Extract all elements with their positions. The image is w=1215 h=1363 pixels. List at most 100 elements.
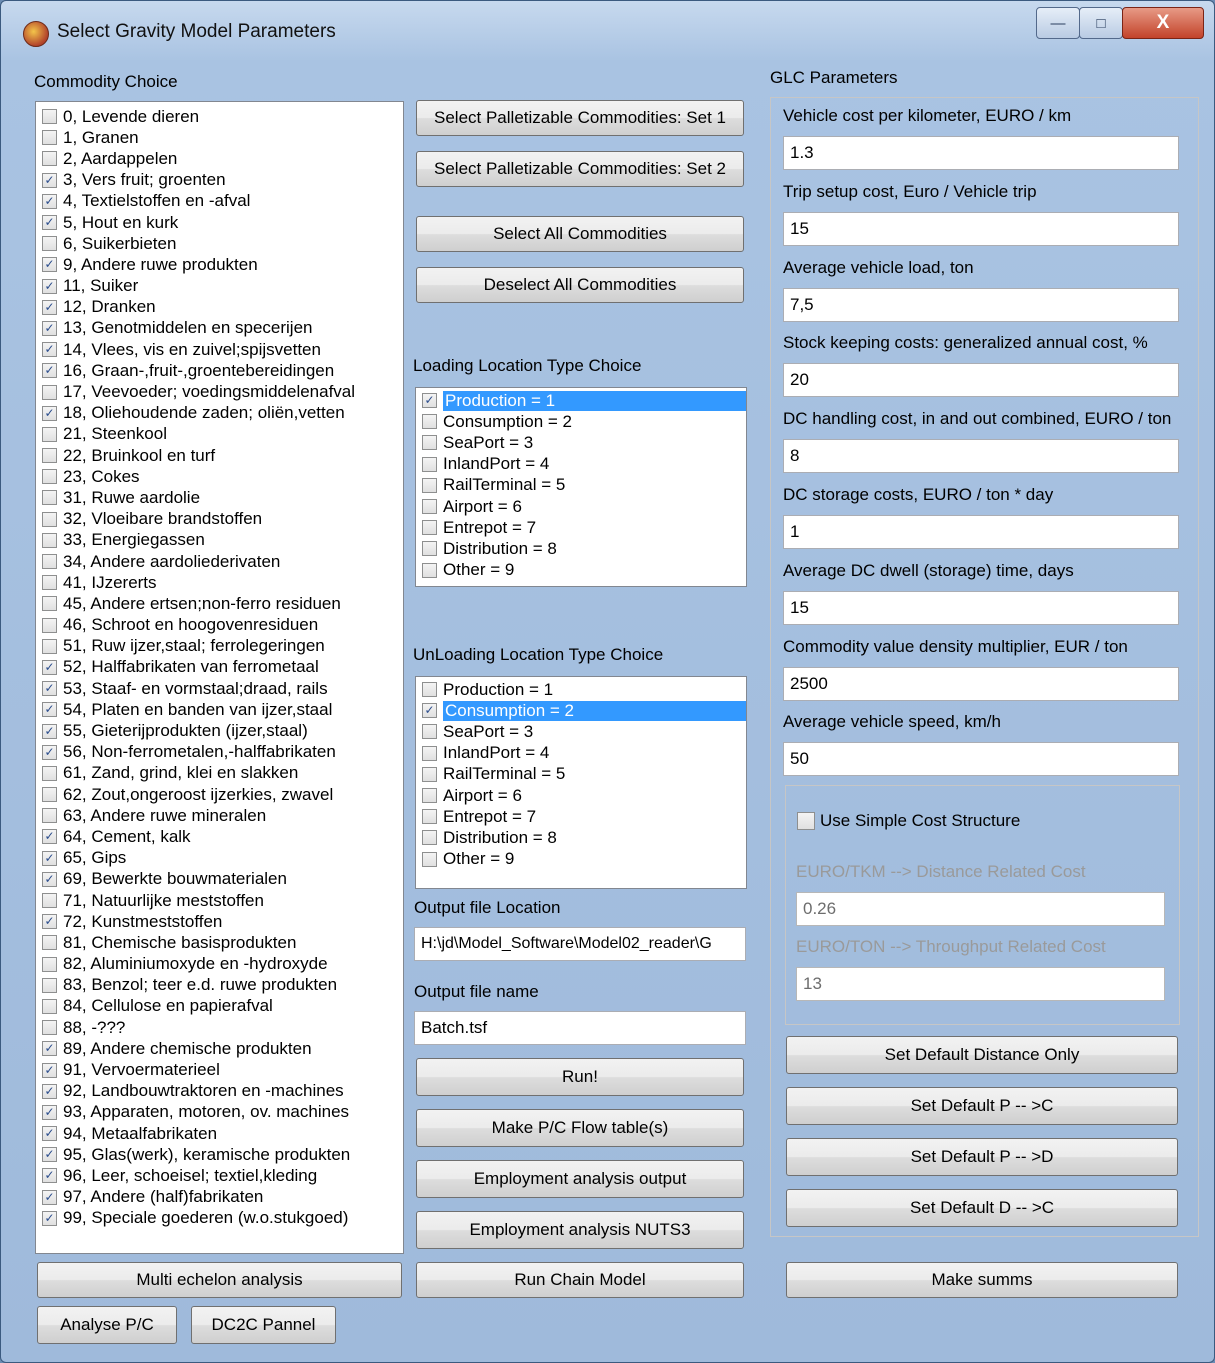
unloading-type-item[interactable]: ✓ Consumption = 2 [416,700,746,721]
close-button[interactable]: X [1122,7,1204,39]
commodity-item[interactable]: ✓ 72, Kunstmeststoffen [36,911,403,932]
commodity-item[interactable]: 33, Energiegassen [36,530,403,551]
commodity-item[interactable]: ✓ 94, Metaalfabrikaten [36,1123,403,1144]
commodity-checkbox[interactable] [42,511,57,527]
make-summs-button[interactable]: Make summs [786,1262,1178,1298]
unloading-type-checkbox[interactable]: ✓ [422,703,437,719]
commodity-item[interactable]: ✓ 18, Oliehoudende zaden; oliën,vetten [36,403,403,424]
unloading-type-checkbox[interactable] [422,766,437,782]
commodity-item[interactable]: 83, Benzol; teer e.d. ruwe produkten [36,975,403,996]
commodity-item[interactable]: 82, Aluminiumoxyde en -hydroxyde [36,954,403,975]
commodity-item[interactable]: 45, Andere ertsen;non-ferro residuen [36,593,403,614]
commodity-item[interactable]: 62, Zout,ongeroost ijzerkies, zwavel [36,784,403,805]
commodity-item[interactable]: ✓ 12, Dranken [36,297,403,318]
commodity-item[interactable]: ✓ 9, Andere ruwe produkten [36,254,403,275]
commodity-item[interactable]: 63, Andere ruwe mineralen [36,805,403,826]
commodity-checkbox[interactable] [42,638,57,654]
commodity-checkbox[interactable]: ✓ [42,1189,57,1205]
loading-type-item[interactable]: Consumption = 2 [416,411,746,432]
unloading-type-checkbox[interactable] [422,745,437,761]
glc-param-field[interactable]: 1.3 [783,136,1179,170]
commodity-item[interactable]: ✓ 65, Gips [36,848,403,869]
commodity-checkbox[interactable]: ✓ [42,257,57,273]
commodity-item[interactable]: ✓ 69, Bewerkte bouwmaterialen [36,869,403,890]
commodity-item[interactable]: ✓ 52, Halffabrikaten van ferrometaal [36,657,403,678]
commodity-item[interactable]: ✓ 64, Cement, kalk [36,826,403,847]
glc-param-field[interactable]: 50 [783,742,1179,777]
commodity-checkbox[interactable] [42,384,57,400]
commodity-checkbox[interactable]: ✓ [42,215,57,231]
loading-type-item[interactable]: RailTerminal = 5 [416,475,746,496]
loading-type-checkbox[interactable] [422,456,437,472]
set-default-pd-button[interactable]: Set Default P -- >D [786,1138,1178,1176]
commodity-item[interactable]: 6, Suikerbieten [36,233,403,254]
unloading-type-item[interactable]: Distribution = 8 [416,827,746,848]
commodity-item[interactable]: ✓ 53, Staaf- en vormstaal;draad, rails [36,678,403,699]
commodity-item[interactable]: ✓ 54, Platen en banden van ijzer,staal [36,699,403,720]
commodity-checkbox[interactable]: ✓ [42,172,57,188]
commodity-item[interactable]: ✓ 16, Graan-,fruit-,groentebereidingen [36,360,403,381]
commodity-checkbox[interactable] [42,130,57,146]
glc-param-field[interactable]: 20 [783,363,1179,398]
commodity-checkbox[interactable] [42,998,57,1014]
commodity-item[interactable]: 84, Cellulose en papierafval [36,996,403,1017]
loading-type-list[interactable]: ✓ Production = 1 Consumption = 2 SeaPort = … [415,387,747,587]
commodity-item[interactable]: ✓ 95, Glas(werk), keramische produkten [36,1144,403,1165]
commodity-checkbox[interactable]: ✓ [42,914,57,930]
commodity-checkbox[interactable] [42,956,57,972]
commodity-checkbox[interactable]: ✓ [42,659,57,675]
loading-type-checkbox[interactable]: ✓ [422,393,437,409]
commodity-checkbox[interactable] [42,426,57,442]
unloading-type-item[interactable]: Airport = 6 [416,785,746,806]
loading-type-checkbox[interactable] [422,414,437,430]
set-default-dc-button[interactable]: Set Default D -- >C [786,1189,1178,1227]
commodity-checkbox[interactable] [42,1020,57,1036]
commodity-checkbox[interactable] [42,808,57,824]
commodity-item[interactable]: ✓ 97, Andere (half)fabrikaten [36,1187,403,1208]
commodity-checkbox[interactable] [42,596,57,612]
loading-type-checkbox[interactable] [422,477,437,493]
loading-type-checkbox[interactable] [422,435,437,451]
commodity-checkbox[interactable]: ✓ [42,744,57,760]
unloading-type-checkbox[interactable] [422,830,437,846]
analyse-pc-button[interactable]: Analyse P/C [37,1306,177,1344]
commodity-checkbox[interactable]: ✓ [42,405,57,421]
simple-cost-checkbox-box[interactable] [797,812,815,830]
commodity-item[interactable]: ✓ 4, Textielstoffen en -afval [36,191,403,212]
loading-type-checkbox[interactable] [422,541,437,557]
commodity-item[interactable]: ✓ 5, Hout en kurk [36,212,403,233]
loading-type-checkbox[interactable] [422,499,437,515]
commodity-checkbox[interactable]: ✓ [42,299,57,315]
commodity-item[interactable]: 22, Bruinkool en turf [36,445,403,466]
commodity-checkbox[interactable]: ✓ [42,1210,57,1226]
unloading-type-item[interactable]: Other = 9 [416,849,746,870]
unloading-type-checkbox[interactable] [422,682,437,698]
commodity-checkbox[interactable] [42,935,57,951]
commodity-checkbox[interactable]: ✓ [42,850,57,866]
select-all-commodities-button[interactable]: Select All Commodities [416,216,744,252]
loading-type-item[interactable]: Airport = 6 [416,496,746,517]
commodity-item[interactable]: ✓ 99, Speciale goederen (w.o.stukgoed) [36,1208,403,1229]
commodity-checkbox[interactable]: ✓ [42,1126,57,1142]
commodity-item[interactable]: 23, Cokes [36,466,403,487]
loading-type-item[interactable]: InlandPort = 4 [416,454,746,475]
commodity-checkbox[interactable] [42,554,57,570]
glc-param-field[interactable]: 8 [783,439,1179,474]
commodity-item[interactable]: ✓ 89, Andere chemische produkten [36,1038,403,1059]
unloading-type-list[interactable]: Production = 1 ✓ Consumption = 2 SeaPort = … [415,676,747,889]
dc2c-pannel-button[interactable]: DC2C Pannel [191,1306,336,1344]
run-chain-model-button[interactable]: Run Chain Model [416,1262,744,1298]
commodity-item[interactable]: ✓ 14, Vlees, vis en zuivel;spijsvetten [36,339,403,360]
commodity-item[interactable]: 34, Andere aardoliederivaten [36,551,403,572]
loading-type-item[interactable]: Entrepot = 7 [416,517,746,538]
commodity-item[interactable]: 1, Granen [36,127,403,148]
glc-param-field[interactable]: 15 [783,211,1179,246]
unloading-type-item[interactable]: SeaPort = 3 [416,721,746,742]
commodity-checkbox[interactable] [42,236,57,252]
commodity-checkbox[interactable]: ✓ [42,342,57,358]
unloading-type-item[interactable]: Entrepot = 7 [416,806,746,827]
multi-echelon-button[interactable]: Multi echelon analysis [37,1262,402,1298]
commodity-item[interactable]: 17, Veevoeder; voedingsmiddelenafval [36,381,403,402]
loading-type-checkbox[interactable] [422,520,437,536]
commodity-checkbox[interactable] [42,617,57,633]
